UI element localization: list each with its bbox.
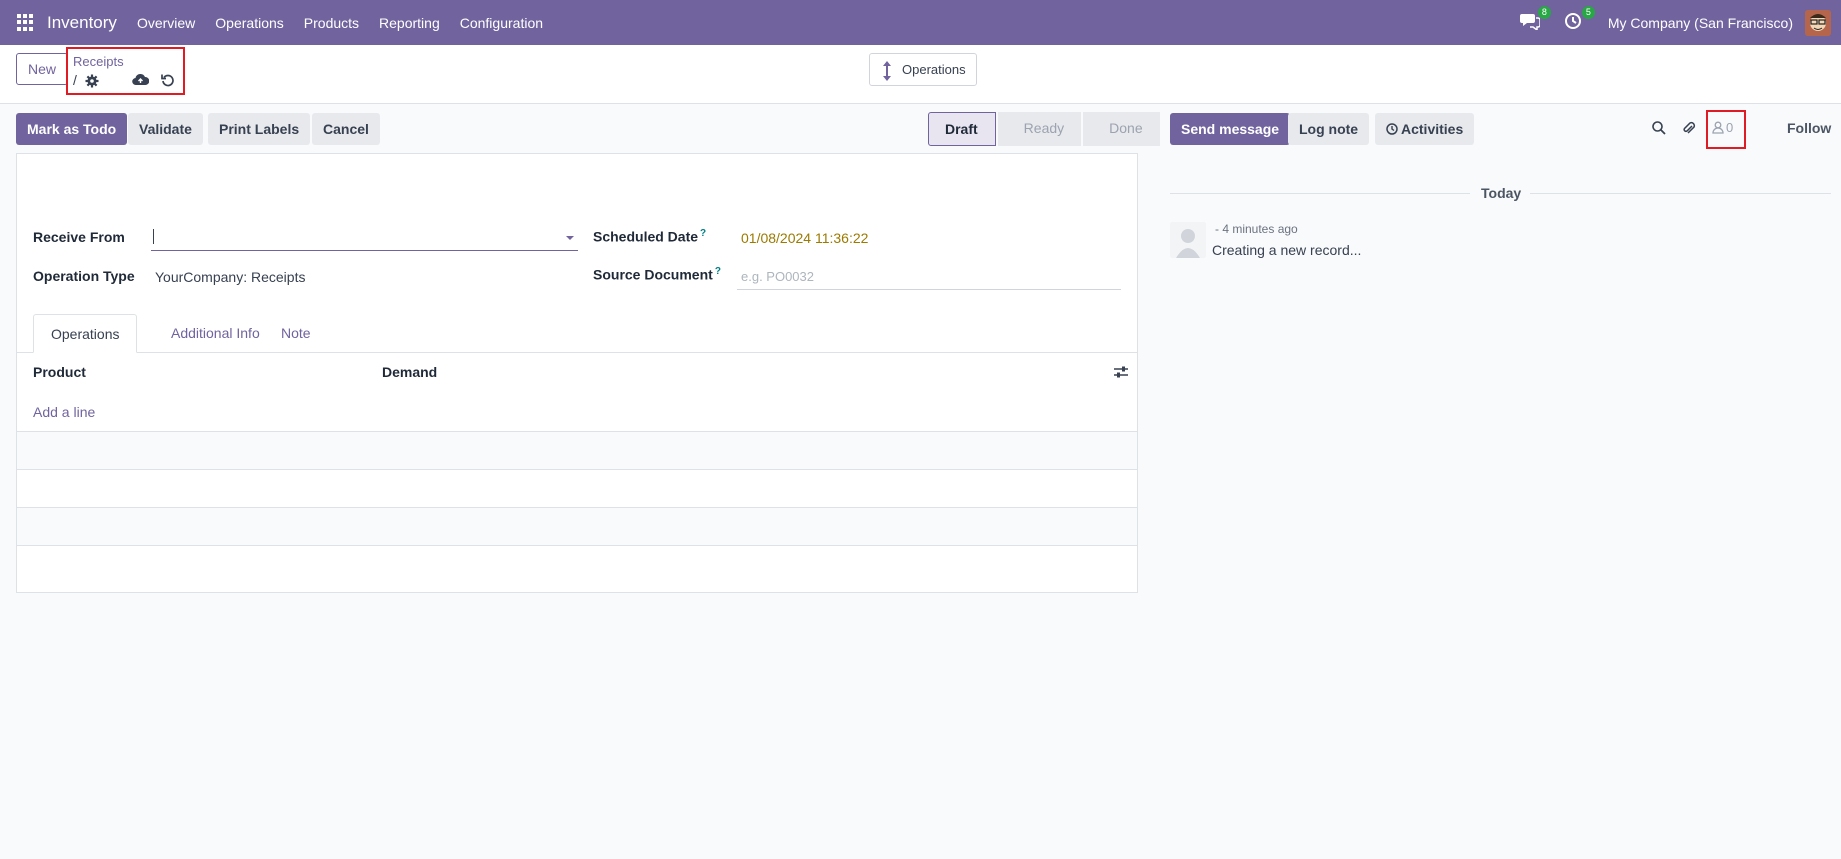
followers-count: 0 [1726, 120, 1734, 135]
search-icon[interactable] [1651, 120, 1667, 136]
source-document-label: Source Document? [593, 266, 721, 283]
menu-operations[interactable]: Operations [215, 15, 283, 31]
top-navbar: Inventory Overview Operations Products R… [0, 0, 1841, 45]
table-row [17, 507, 1137, 545]
scheduled-date-label-text: Scheduled Date [593, 228, 699, 245]
column-demand[interactable]: Demand [382, 364, 437, 380]
apps-menu-icon[interactable] [17, 13, 35, 32]
breadcrumb: Receipts / [66, 47, 185, 95]
operation-type-value[interactable]: YourCompany: Receipts [155, 269, 305, 285]
follow-button[interactable]: Follow [1787, 120, 1831, 136]
menu-reporting[interactable]: Reporting [379, 15, 440, 31]
send-message-button[interactable]: Send message [1170, 113, 1291, 145]
followers-button[interactable]: 0 [1712, 120, 1733, 135]
operations-smart-button[interactable]: Operations [869, 53, 977, 86]
table-row [17, 469, 1137, 507]
print-labels-button[interactable]: Print Labels [208, 113, 311, 145]
activities-button-label: Activities [1401, 121, 1464, 137]
cloud-upload-icon[interactable] [132, 73, 150, 88]
messages-badge: 8 [1537, 5, 1551, 19]
status-bar: Draft Ready Done [928, 112, 1162, 146]
breadcrumb-receipts-link[interactable]: Receipts [73, 54, 124, 69]
form-sheet: Receive From Operation Type YourCompany:… [16, 153, 1138, 593]
breadcrumb-separator: / [73, 72, 77, 88]
user-avatar[interactable] [1805, 9, 1831, 36]
user-icon [1712, 121, 1724, 134]
tab-note[interactable]: Note [264, 314, 328, 353]
operations-smart-button-label: Operations [902, 62, 966, 77]
paperclip-icon[interactable] [1681, 120, 1697, 136]
scheduled-date-help-icon[interactable]: ? [700, 228, 706, 239]
notebook-tabs: Operations Additional Info Note [17, 314, 1137, 353]
tab-operations[interactable]: Operations [33, 314, 138, 353]
source-document-help-icon[interactable]: ? [715, 266, 721, 277]
cancel-button[interactable]: Cancel [312, 113, 380, 145]
mark-as-todo-button[interactable]: Mark as Todo [16, 113, 128, 145]
divider [1170, 193, 1470, 194]
text-cursor [153, 229, 154, 244]
receive-from-label: Receive From [33, 229, 125, 245]
menu-products[interactable]: Products [304, 15, 359, 31]
activities-clock-icon[interactable]: 5 [1564, 5, 1595, 34]
scheduled-date-value[interactable]: 01/08/2024 11:36:22 [741, 230, 868, 246]
followers-highlight: 0 [1706, 110, 1746, 149]
messages-icon[interactable]: 8 [1519, 5, 1551, 34]
table-row [17, 545, 1137, 592]
gear-icon[interactable] [85, 74, 99, 88]
validate-button[interactable]: Validate [128, 113, 203, 145]
scheduled-date-label: Scheduled Date? [593, 228, 706, 245]
navbar-systray: 8 5 My Company (San Francisco) [1519, 0, 1841, 45]
table-row [17, 431, 1137, 469]
arrows-vertical-icon [883, 61, 891, 81]
log-note-button[interactable]: Log note [1288, 113, 1370, 145]
activities-badge: 5 [1581, 5, 1595, 19]
message-timestamp: - 4 minutes ago [1215, 222, 1298, 236]
operation-type-label: Operation Type [33, 268, 135, 284]
company-switcher[interactable]: My Company (San Francisco) [1608, 15, 1793, 31]
menu-overview[interactable]: Overview [137, 15, 195, 31]
stage-ready[interactable]: Ready [997, 112, 1082, 146]
tab-additional-info[interactable]: Additional Info [154, 314, 277, 353]
activities-button[interactable]: Activities [1375, 113, 1475, 145]
control-panel: New Receipts / Operations [0, 45, 1841, 104]
new-button[interactable]: New [16, 53, 69, 85]
source-document-placeholder: e.g. PO0032 [741, 269, 814, 284]
add-a-line-link[interactable]: Add a line [33, 404, 95, 420]
menu-configuration[interactable]: Configuration [460, 15, 543, 31]
optional-columns-icon[interactable] [1113, 365, 1129, 379]
source-document-label-text: Source Document [593, 266, 713, 283]
stage-draft[interactable]: Draft [928, 112, 996, 146]
message-body: Creating a new record... [1212, 242, 1362, 258]
source-document-input[interactable]: e.g. PO0032 [737, 264, 1121, 290]
undo-icon[interactable] [161, 73, 175, 88]
clock-icon [1386, 123, 1398, 135]
column-product[interactable]: Product [33, 364, 86, 380]
stage-done[interactable]: Done [1083, 112, 1160, 146]
receive-from-input[interactable] [151, 224, 578, 251]
date-separator-today: Today [1481, 185, 1522, 201]
dropdown-caret-icon[interactable] [566, 236, 574, 240]
app-brand[interactable]: Inventory [47, 13, 117, 33]
divider [1530, 193, 1831, 194]
message-author-avatar[interactable] [1170, 222, 1206, 258]
